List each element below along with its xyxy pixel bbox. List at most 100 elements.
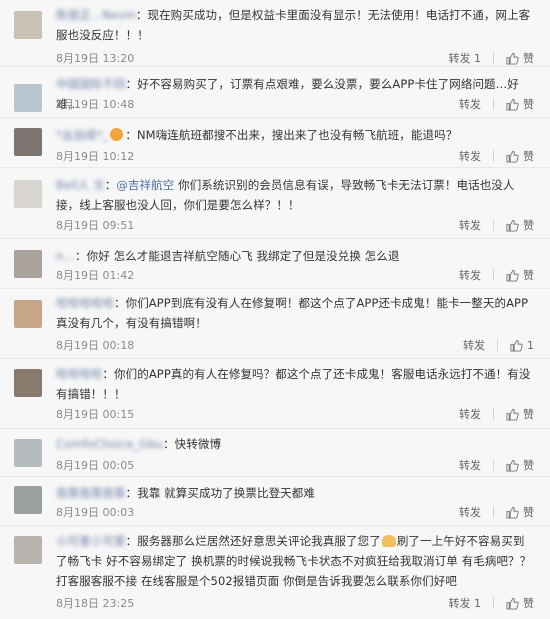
repost-button[interactable]: 转发 [459,148,481,164]
repost-label: 转发 [448,597,471,610]
avatar[interactable] [14,486,42,514]
comment-actions: 转发 1 赞 [449,595,534,611]
avatar[interactable] [14,11,42,39]
comment-item: 小可爱小可爱：服务器那么烂居然还好意思关评论我真服了您了 刷了一上午好不容易买到了… [0,526,550,619]
comment-text: Bell人 文：@吉祥航空 你们系统识别的会员信息有误，导致畅飞卡无法订票！电话… [56,175,534,215]
like-button[interactable]: 1 [510,339,534,352]
repost-label: 转发 [448,52,471,65]
repost-button[interactable]: 转发 1 [449,50,482,66]
avatar[interactable] [14,536,42,564]
like-count: 赞 [523,506,534,519]
badge-icon [110,128,124,141]
comment-item: 陈丽正…Nevin：现在购买成功，但是权益卡里面没有显示！无法使用！电话打不通，… [0,0,550,67]
like-button[interactable]: 赞 [506,504,534,520]
comment-item: 哈哈哈哈哈：你们APP到底有没有人在修复啊！都这个点了APP还卡成鬼！能卡一整天… [0,289,550,359]
timestamp: 8月19日 10:12 [56,150,135,163]
repost-button[interactable]: 转发 [459,267,481,283]
like-button[interactable]: 赞 [506,595,534,611]
divider [493,506,494,518]
repost-button[interactable]: 转发 1 [449,595,482,611]
comment-text: 陈丽正…Nevin：现在购买成功，但是权益卡里面没有显示！无法使用！电话打不通，… [56,5,534,45]
comment-item: Bell人 文：@吉祥航空 你们系统识别的会员信息有误，导致畅飞卡无法订票！电话… [0,168,550,239]
avatar[interactable] [14,128,42,156]
like-count: 1 [527,338,534,352]
thumbs-up-icon [510,339,523,352]
username[interactable]: 哈哈哈哈哈 [56,293,114,313]
like-button[interactable]: 赞 [506,406,534,422]
comment-actions: 转发 赞 [459,96,534,112]
comment-actions: 转发 赞 [459,217,534,233]
comment-item: *丛加成*_ ：NM嗨连航班都搜不出来，搜出来了也没有畅飞航班，能退吗？ 8月19… [0,118,550,168]
comment-actions: 转发 赞 [459,504,534,520]
avatar[interactable] [14,300,42,328]
comment-item: 哈哈哈哈：你们的APP真的有人在修复吗？都这个点了还卡成鬼！客服电话永远打不通！… [0,359,550,429]
repost-label: 转发 [459,506,481,519]
repost-button[interactable]: 转发 [459,217,481,233]
divider [493,269,494,281]
divider [497,339,498,351]
like-button[interactable]: 赞 [506,148,534,164]
username[interactable]: 哈哈哈哈 [56,364,102,384]
repost-label: 转发 [459,219,481,232]
repost-button[interactable]: 转发 [463,337,485,353]
username[interactable]: n… [56,246,75,266]
comment-actions: 转发 赞 [459,406,534,422]
comment-body: 你们APP到底有没有人在修复啊！都这个点了APP还卡成鬼！能卡一整天的APP真没… [56,296,529,330]
like-count: 赞 [523,459,534,472]
timestamp: 8月19日 00:15 [56,408,135,421]
comment-text: 哈哈哈哈：你们的APP真的有人在修复吗？都这个点了还卡成鬼！客服电话永远打不通！… [56,364,534,404]
like-count: 赞 [523,269,534,282]
like-button[interactable]: 赞 [506,50,534,66]
avatar[interactable] [14,250,42,278]
username[interactable]: 陈丽正…Nevin [56,5,136,25]
like-button[interactable]: 赞 [506,217,534,233]
comment-text: n…：你好 怎么才能退吉祥航空随心飞 我绑定了但是没兑换 怎么退 [56,246,534,266]
avatar[interactable] [14,180,42,208]
repost-label: 转发 [459,98,481,111]
comment-item: 我靠我靠我靠：我靠 就算买成功了换票比登天都难 8月19日 00:03 转发 赞 [0,477,550,526]
divider [493,408,494,420]
like-button[interactable]: 赞 [506,96,534,112]
divider [493,150,494,162]
comment-list: 陈丽正…Nevin：现在购买成功，但是权益卡里面没有显示！无法使用！电话打不通，… [0,0,550,619]
username[interactable]: Bell人 文 [56,175,105,195]
like-button[interactable]: 赞 [506,457,534,473]
username[interactable]: 中国国际不四 [56,74,126,94]
comment-body: 你们的APP真的有人在修复吗？都这个点了还卡成鬼！客服电话永远打不通！有没有搞错… [56,367,531,401]
timestamp: 8月19日 10:48 [56,98,135,111]
repost-label: 转发 [459,408,481,421]
like-count: 赞 [523,52,534,65]
repost-button[interactable]: 转发 [459,457,481,473]
divider [493,98,494,110]
repost-count: 1 [474,597,481,610]
username[interactable]: ComfoChoice_Gbu [56,434,163,454]
repost-label: 转发 [459,459,481,472]
comment-actions: 转发 赞 [459,267,534,283]
repost-button[interactable]: 转发 [459,406,481,422]
thumbs-up-icon [506,459,519,472]
timestamp: 8月19日 00:03 [56,506,135,519]
repost-label: 转发 [459,150,481,163]
comment-text: 哈哈哈哈哈：你们APP到底有没有人在修复啊！都这个点了APP还卡成鬼！能卡一整天… [56,293,534,333]
mention-link[interactable]: @吉祥航空 [116,178,174,192]
avatar[interactable] [14,84,42,112]
username[interactable]: *丛加成*_ [56,125,108,145]
timestamp: 8月19日 00:05 [56,459,135,472]
comment-actions: 转发 1 赞 [449,50,534,66]
thumbs-up-icon [506,408,519,421]
thumbs-up-icon [506,269,519,282]
comment-body: 你好 怎么才能退吉祥航空随心飞 我绑定了但是没兑换 怎么退 [86,249,400,263]
timestamp: 8月19日 01:42 [56,269,135,282]
thumbs-up-icon [506,597,519,610]
avatar[interactable] [14,439,42,467]
like-button[interactable]: 赞 [506,267,534,283]
repost-button[interactable]: 转发 [459,504,481,520]
username[interactable]: 小可爱小可爱 [56,531,126,551]
comment-item: n…：你好 怎么才能退吉祥航空随心飞 我绑定了但是没兑换 怎么退 8月19日 0… [0,239,550,289]
comment-item: 中国国际不四：好不容易购买了，订票有点艰难，要么没票，要么APP卡住了网络问题…… [0,67,550,118]
timestamp: 8月18日 23:25 [56,597,135,610]
avatar[interactable] [14,369,42,397]
divider [493,597,494,609]
username[interactable]: 我靠我靠我靠 [56,483,126,503]
repost-button[interactable]: 转发 [459,96,481,112]
